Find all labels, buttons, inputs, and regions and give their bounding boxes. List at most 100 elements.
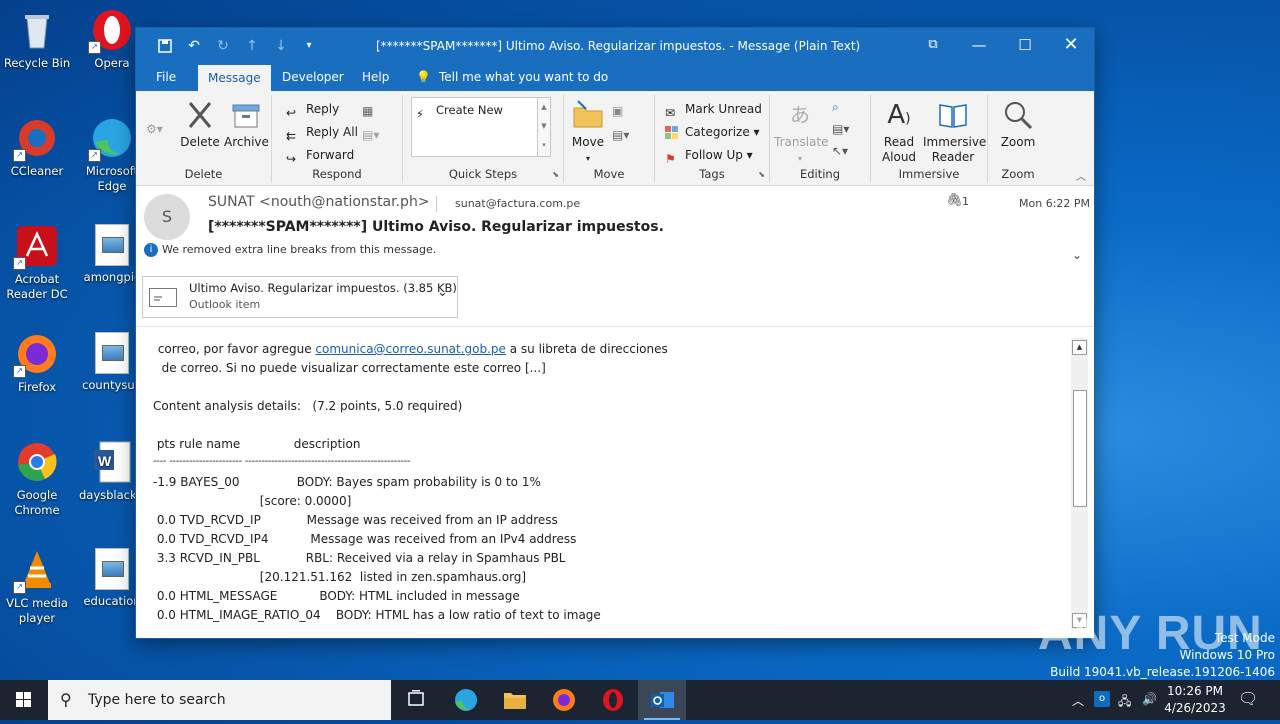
dropdown-caret-icon: ▾ <box>797 154 802 163</box>
undo-icon[interactable]: ↶ <box>181 28 207 64</box>
tab-help[interactable]: Help <box>352 64 399 91</box>
paperclip-icon: 🖇 <box>946 193 963 208</box>
immersive-reader-button[interactable]: Immersive Reader <box>923 99 986 165</box>
desktop-icon-label: Opera <box>94 56 130 70</box>
archive-button[interactable]: Archive <box>224 99 269 150</box>
previous-item-icon[interactable]: ↑ <box>239 28 265 64</box>
outlook-tray-icon[interactable]: o <box>1094 691 1110 707</box>
find-icon[interactable]: ⌕ <box>832 97 839 117</box>
gallery-scroll[interactable]: ▲ ▼ ▾ <box>537 97 551 157</box>
network-icon[interactable]: 🖧 <box>1118 692 1131 713</box>
group-label: Editing <box>799 167 841 181</box>
desktop-icon-recycle-bin[interactable]: Recycle Bin <box>2 8 72 71</box>
tab-file[interactable]: File <box>146 64 186 91</box>
forward-button[interactable]: ↪ Forward <box>286 145 354 166</box>
reply-button[interactable]: ↩ Reply <box>286 99 340 120</box>
shortcut-arrow-icon: ↗ <box>13 365 26 378</box>
read-aloud-button[interactable]: A) Read Aloud <box>877 99 921 165</box>
tab-message[interactable]: Message <box>198 65 271 91</box>
create-new-label: Create New <box>436 103 503 117</box>
onenote-icon[interactable]: ▣ <box>612 101 623 121</box>
body-line: pts rule name description <box>153 437 361 451</box>
shortcut-arrow-icon: ↗ <box>88 149 101 162</box>
move-folder-icon <box>572 99 604 131</box>
taskbar-file-explorer[interactable] <box>491 680 539 720</box>
tell-me-search[interactable]: 💡 Tell me what you want to do <box>416 64 608 91</box>
desktop-icon-firefox[interactable]: ↗ Firefox <box>2 332 72 395</box>
info-icon: i <box>144 243 158 257</box>
search-placeholder: Type here to search <box>88 692 226 708</box>
close-button[interactable]: ✕ <box>1048 28 1094 62</box>
dialog-launcher-icon[interactable]: ⬊ <box>552 170 559 179</box>
tab-developer[interactable]: Developer <box>272 64 354 91</box>
volume-icon[interactable]: 🔊 <box>1142 692 1157 706</box>
ribbon-display-icon[interactable]: ⧉ <box>910 28 956 62</box>
reply-all-button[interactable]: ⇇ Reply All <box>286 122 358 143</box>
translate-icon: あ <box>790 103 810 127</box>
next-item-icon[interactable]: ↓ <box>268 28 294 64</box>
actions-icon[interactable]: ▤▾ <box>612 125 629 145</box>
vertical-scrollbar[interactable]: ▲ ▼ <box>1071 338 1088 630</box>
system-clock[interactable]: 10:26 PM 4/26/2023 <box>1162 683 1228 717</box>
delete-button[interactable]: Delete <box>180 99 220 150</box>
taskbar-firefox[interactable] <box>540 680 588 720</box>
taskbar-outlook[interactable] <box>638 680 686 720</box>
recipient[interactable]: sunat@factura.com.pe <box>455 197 580 210</box>
ignore-icon[interactable]: ⚙▾ <box>146 119 163 139</box>
group-label: Move <box>593 167 625 181</box>
sender[interactable]: SUNAT <nouth@nationstar.ph> <box>208 194 430 210</box>
dialog-launcher-icon[interactable]: ⬊ <box>758 170 765 179</box>
notifications-icon[interactable]: 🗨 <box>1238 689 1258 708</box>
more-respond-icon[interactable]: ▤▾ <box>362 125 379 145</box>
reply-label: Reply <box>306 102 340 116</box>
taskbar-edge[interactable] <box>442 680 490 720</box>
minimize-button[interactable]: — <box>956 28 1002 62</box>
start-button[interactable] <box>0 680 48 720</box>
body-line: Content analysis details: (7.2 points, 5… <box>153 399 463 413</box>
maximize-button[interactable]: ☐ <box>1002 28 1048 62</box>
desktop-icon-vlc[interactable]: ↗ VLC media player <box>2 548 72 626</box>
word-file-icon: W <box>90 440 134 484</box>
task-view-button[interactable] <box>392 680 440 720</box>
translate-button[interactable]: あ Translate ▾ <box>774 99 829 166</box>
expand-header-icon[interactable]: ⌄ <box>1072 248 1082 262</box>
attachment-menu-chevron-icon[interactable]: ⌄ <box>437 285 448 300</box>
collapse-ribbon-icon[interactable]: ︿ <box>1076 168 1086 183</box>
scroll-up-arrow-icon[interactable]: ▲ <box>1072 340 1087 355</box>
group-label: Tags <box>699 167 725 181</box>
message-subject: [*******SPAM*******] Ultimo Aviso. Regul… <box>208 219 664 235</box>
rule-row: -1.9 BAYES_00 BODY: Bayes spam probabili… <box>153 475 541 489</box>
ribbon-group-tags: ✉ Mark Unread Categorize ▾ ⚑ Follow Up ▾ T… <box>655 95 770 183</box>
taskbar-search-box[interactable]: ⚲ Type here to search <box>48 680 391 720</box>
attachment-card[interactable]: Ultimo Aviso. Regularizar impuestos. (3.… <box>142 276 458 318</box>
create-new-quick-step[interactable]: ⚡ Create New <box>416 100 503 121</box>
recycle-bin-icon <box>15 8 59 52</box>
archive-icon <box>230 99 262 131</box>
mark-unread-button[interactable]: ✉ Mark Unread <box>665 99 762 120</box>
shortcut-arrow-icon: ↗ <box>13 581 26 594</box>
lightning-icon: ⚡ <box>416 106 425 121</box>
save-icon[interactable] <box>152 28 178 64</box>
categorize-button[interactable]: Categorize ▾ <box>665 122 760 142</box>
archive-label: Archive <box>224 135 269 149</box>
desktop-icon-acrobat[interactable]: ↗ Acrobat Reader DC <box>2 224 72 302</box>
opera-icon: ↗ <box>88 8 134 54</box>
cursor-icon[interactable]: ↖▾ <box>832 141 848 161</box>
info-bar[interactable]: i We removed extra line breaks from this … <box>144 243 436 257</box>
magnifier-icon <box>1002 99 1034 131</box>
desktop-icon-chrome[interactable]: Google Chrome <box>2 440 72 518</box>
desktop-icon-label: Recycle Bin <box>3 56 71 70</box>
customize-toolbar-icon[interactable]: ▾ <box>296 28 322 64</box>
zoom-button[interactable]: Zoom <box>996 99 1040 150</box>
show-hidden-icons-icon[interactable]: ︿ <box>1072 692 1084 709</box>
redo-icon[interactable]: ↻ <box>210 28 236 64</box>
desktop-icon-ccleaner[interactable]: ↗ CCleaner <box>2 116 72 179</box>
follow-up-button[interactable]: ⚑ Follow Up ▾ <box>665 145 753 166</box>
firefox-icon: ↗ <box>13 332 59 378</box>
meeting-icon[interactable]: ▦ <box>362 101 373 121</box>
taskbar-opera[interactable] <box>589 680 637 720</box>
select-icon[interactable]: ▤▾ <box>832 119 849 139</box>
move-button[interactable]: Move ▾ <box>570 99 606 166</box>
scroll-thumb[interactable] <box>1073 390 1087 507</box>
email-link[interactable]: comunica@correo.sunat.gob.pe <box>315 342 506 356</box>
